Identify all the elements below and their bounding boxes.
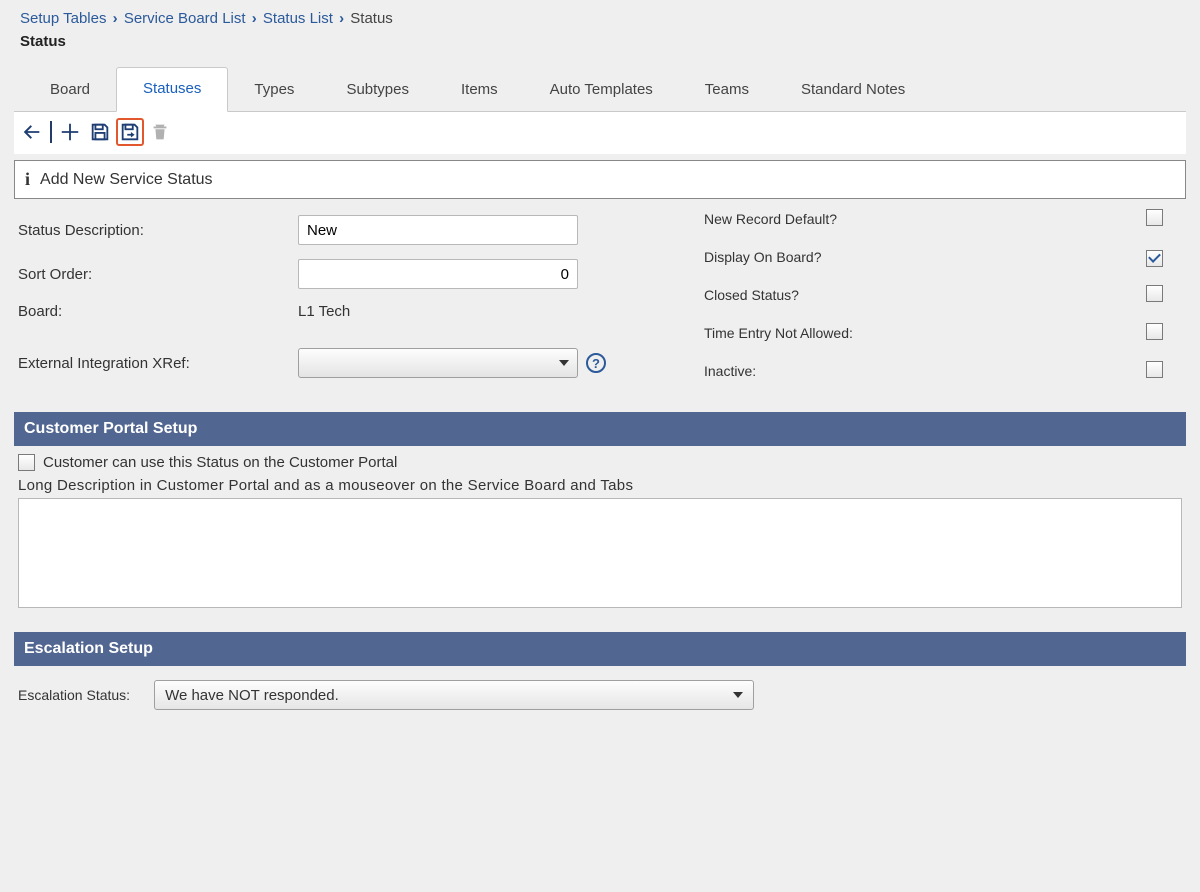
new-record-default-checkbox[interactable] <box>1146 209 1163 226</box>
toolbar <box>14 112 1186 154</box>
board-value: L1 Tech <box>298 303 690 320</box>
escalation-header: Escalation Setup <box>14 632 1186 666</box>
time-entry-not-allowed-checkbox[interactable] <box>1146 323 1163 340</box>
status-description-label: Status Description: <box>18 222 298 239</box>
tab-items[interactable]: Items <box>435 69 524 112</box>
breadcrumb-link[interactable]: Status List <box>263 10 333 27</box>
info-bar-text: Add New Service Status <box>40 171 213 189</box>
tab-auto-templates[interactable]: Auto Templates <box>524 69 679 112</box>
xref-label: External Integration XRef: <box>18 341 298 372</box>
breadcrumb-current: Status <box>350 10 393 27</box>
breadcrumb: Setup Tables › Service Board List › Stat… <box>14 6 1186 29</box>
tab-types[interactable]: Types <box>228 69 320 112</box>
toolbar-divider <box>50 121 52 143</box>
new-button[interactable] <box>56 118 84 146</box>
display-on-board-label: Display On Board? <box>704 249 1146 265</box>
long-description-label: Long Description in Customer Portal and … <box>18 477 1182 494</box>
breadcrumb-link[interactable]: Setup Tables <box>20 10 106 27</box>
escalation-status-select[interactable]: We have NOT responded. <box>154 680 754 710</box>
save-button[interactable] <box>86 118 114 146</box>
chevron-down-icon <box>733 692 743 698</box>
tab-teams[interactable]: Teams <box>679 69 775 112</box>
inactive-checkbox[interactable] <box>1146 361 1163 378</box>
time-entry-not-allowed-label: Time Entry Not Allowed: <box>704 325 1146 341</box>
back-button[interactable] <box>18 118 46 146</box>
save-and-close-button[interactable] <box>116 118 144 146</box>
tab-standard-notes[interactable]: Standard Notes <box>775 69 931 112</box>
tab-board[interactable]: Board <box>24 69 116 112</box>
inactive-label: Inactive: <box>704 363 1146 379</box>
delete-button[interactable] <box>146 118 174 146</box>
closed-status-checkbox[interactable] <box>1146 285 1163 302</box>
chevron-right-icon: › <box>113 10 118 27</box>
info-bar: i Add New Service Status <box>14 160 1186 199</box>
sort-order-input[interactable] <box>298 259 578 289</box>
help-icon[interactable]: ? <box>586 353 606 373</box>
status-description-input[interactable] <box>298 215 578 245</box>
escalation-status-value: We have NOT responded. <box>165 687 339 704</box>
escalation-status-label: Escalation Status: <box>18 687 130 703</box>
xref-select[interactable] <box>298 348 578 378</box>
breadcrumb-link[interactable]: Service Board List <box>124 10 246 27</box>
long-description-textarea[interactable] <box>18 498 1182 608</box>
display-on-board-checkbox[interactable] <box>1146 250 1163 267</box>
sort-order-label: Sort Order: <box>18 266 298 283</box>
customer-portal-header: Customer Portal Setup <box>14 412 1186 446</box>
tab-bar: Board Statuses Types Subtypes Items Auto… <box>14 66 1186 112</box>
tab-statuses[interactable]: Statuses <box>116 67 228 112</box>
board-label: Board: <box>18 303 298 320</box>
chevron-right-icon: › <box>339 10 344 27</box>
customer-portal-checkbox-label: Customer can use this Status on the Cust… <box>43 454 397 471</box>
tab-subtypes[interactable]: Subtypes <box>320 69 435 112</box>
chevron-down-icon <box>559 360 569 366</box>
info-icon: i <box>25 169 30 190</box>
page-title: Status <box>14 29 1186 66</box>
new-record-default-label: New Record Default? <box>704 211 1146 227</box>
closed-status-label: Closed Status? <box>704 287 1146 303</box>
customer-portal-checkbox[interactable] <box>18 454 35 471</box>
chevron-right-icon: › <box>252 10 257 27</box>
